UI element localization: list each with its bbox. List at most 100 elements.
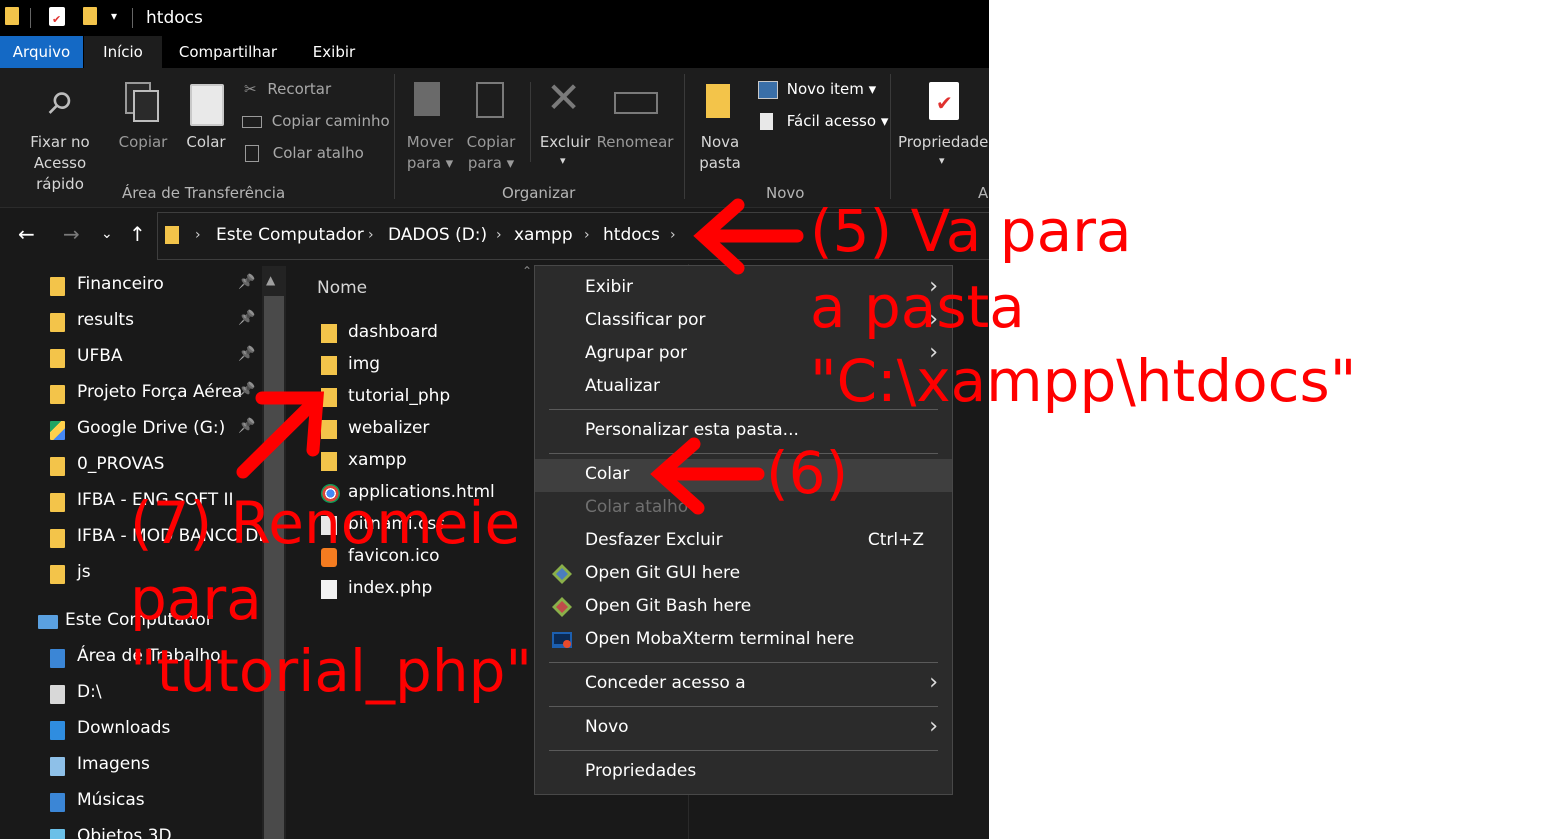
sidebar-item[interactable]: Financeiro 📌 xyxy=(0,268,262,302)
column-header-name[interactable]: Nome xyxy=(317,278,367,298)
paste-shortcut-button[interactable]: Colar atalho xyxy=(245,144,364,162)
rename-label: Renomear xyxy=(596,133,674,151)
pin-label-2: Acesso rápido xyxy=(33,154,87,193)
new-item-icon xyxy=(758,80,778,99)
tab-compartilhar[interactable]: Compartilhar xyxy=(168,36,288,68)
menu-item-propriedades[interactable]: Propriedades xyxy=(535,756,952,789)
paste-button[interactable]: Colar xyxy=(180,68,232,178)
sidebar-item-label: Downloads xyxy=(77,718,171,738)
submenu-arrow-icon: › xyxy=(929,714,938,739)
breadcrumb-chevron-icon[interactable]: › xyxy=(584,227,590,243)
new-item-label: Novo item ▾ xyxy=(786,80,877,98)
file-name: tutorial_php xyxy=(348,386,451,406)
folder-icon xyxy=(321,420,337,439)
up-arrow-icon[interactable]: ↑ xyxy=(129,222,146,246)
new-folder-button[interactable]: Nova pasta xyxy=(694,68,746,178)
computer-icon xyxy=(38,615,58,629)
properties-quick-icon[interactable]: ✔ xyxy=(49,7,65,26)
folder-icon xyxy=(50,529,65,548)
menu-item-conceder-acesso[interactable]: Conceder acesso a › xyxy=(535,668,952,701)
sidebar-item[interactable]: Objetos 3D xyxy=(0,820,262,839)
back-arrow-icon[interactable]: ← xyxy=(18,222,35,246)
3d-objects-icon xyxy=(50,829,65,839)
annotation-step5-line2: a pasta xyxy=(810,273,1025,341)
breadcrumb-htdocs[interactable]: htdocs xyxy=(603,225,660,245)
divider xyxy=(30,8,31,28)
sidebar-item[interactable]: Imagens xyxy=(0,748,262,782)
menu-item-personalizar[interactable]: Personalizar esta pasta... xyxy=(535,415,952,448)
pin-icon: 📌 xyxy=(238,274,256,290)
sidebar-item[interactable]: results 📌 xyxy=(0,304,262,338)
breadcrumb-xampp[interactable]: xampp xyxy=(514,225,573,245)
customize-toolbar-dropdown-icon[interactable]: ▾ xyxy=(111,9,117,23)
breadcrumb-chevron-icon[interactable]: › xyxy=(670,227,676,243)
recent-locations-chevron-icon[interactable]: ⌄ xyxy=(101,226,113,242)
paste-shortcut-icon xyxy=(245,145,259,162)
sidebar-item[interactable]: 0_PROVAS xyxy=(0,448,262,482)
rename-button[interactable]: Renomear xyxy=(596,68,674,178)
forward-arrow-icon[interactable]: → xyxy=(63,222,80,246)
copy-path-button[interactable]: Copiar caminho xyxy=(242,112,390,130)
properties-label: Propriedades xyxy=(898,133,989,151)
menu-item-colar[interactable]: Colar xyxy=(535,459,952,492)
ribbon: ⚲ Fixar no Acesso rápido Copiar Colar ✂ … xyxy=(0,68,989,208)
divider xyxy=(684,74,685,199)
tab-arquivo[interactable]: Arquivo xyxy=(0,36,83,68)
copy-to-button[interactable]: Copiar para ▾ xyxy=(462,68,520,178)
cut-button[interactable]: ✂ Recortar xyxy=(244,80,331,98)
clipboard-icon xyxy=(190,84,224,126)
move-to-button[interactable]: Mover para ▾ xyxy=(402,68,458,178)
breadcrumb-este-computador[interactable]: Este Computador xyxy=(216,225,364,245)
sidebar-scrollbar-thumb[interactable] xyxy=(264,296,284,839)
git-bash-icon xyxy=(552,597,572,617)
sort-up-icon: ⌃ xyxy=(522,264,533,278)
breadcrumb-chevron-icon[interactable]: › xyxy=(496,227,502,243)
downloads-icon xyxy=(50,721,65,740)
properties-button[interactable]: ✔ Propriedades ▾ xyxy=(898,68,989,178)
sidebar-item[interactable]: UFBA 📌 xyxy=(0,340,262,374)
menu-item-mobaxterm[interactable]: Open MobaXterm terminal here xyxy=(535,624,952,657)
menu-separator xyxy=(549,706,938,707)
group-label-new: Novo xyxy=(766,184,805,202)
breadcrumb-chevron-icon[interactable]: › xyxy=(368,227,374,243)
folder-icon xyxy=(321,356,337,375)
copy-to-icon xyxy=(476,82,504,118)
mobaxterm-icon xyxy=(552,632,572,648)
tab-inicio[interactable]: Início xyxy=(84,36,162,68)
menu-item-desfazer-excluir[interactable]: Desfazer Excluir Ctrl+Z xyxy=(535,525,952,558)
new-item-button[interactable]: Novo item ▾ xyxy=(758,80,876,99)
breadcrumb-chevron-icon[interactable]: › xyxy=(195,227,201,243)
pin-quick-access-button[interactable]: ⚲ Fixar no Acesso rápido xyxy=(10,68,110,193)
sidebar-item[interactable]: Downloads xyxy=(0,712,262,746)
folder-icon xyxy=(321,388,337,407)
folder-icon xyxy=(50,457,65,476)
sidebar-item-label: Financeiro xyxy=(77,274,164,294)
newfolder-label-2: pasta xyxy=(699,154,741,172)
scroll-up-icon[interactable]: ▲ xyxy=(266,273,275,287)
sidebar-item[interactable]: Projeto Força Aérea 📌 xyxy=(0,376,262,410)
menu-item-git-bash[interactable]: Open Git Bash here xyxy=(535,591,952,624)
new-folder-quick-icon[interactable] xyxy=(83,7,97,25)
divider xyxy=(132,8,133,28)
easy-access-button[interactable]: Fácil acesso ▾ xyxy=(760,112,888,130)
sidebar-item[interactable]: Google Drive (G:) 📌 xyxy=(0,412,262,446)
context-menu: Exibir › Classificar por › Agrupar por › At… xyxy=(534,265,953,795)
pin-icon: ⚲ xyxy=(38,83,80,124)
annotation-step7-line1: (7) Renomeie xyxy=(130,489,521,557)
sidebar-item-label: Projeto Força Aérea xyxy=(77,382,243,402)
submenu-arrow-icon: › xyxy=(929,670,938,695)
delete-button[interactable]: ✕ Excluir ▾ xyxy=(538,68,592,178)
sidebar-item[interactable]: Músicas xyxy=(0,784,262,818)
menu-item-git-gui[interactable]: Open Git GUI here xyxy=(535,558,952,591)
copy-button[interactable]: Copiar xyxy=(115,68,171,178)
tab-exibir[interactable]: Exibir xyxy=(300,36,368,68)
drive-icon xyxy=(50,685,65,704)
new-folder-icon xyxy=(706,84,730,118)
menu-item-novo[interactable]: Novo › xyxy=(535,712,952,745)
delete-label: Excluir xyxy=(539,133,591,151)
copy-path-icon xyxy=(242,115,262,128)
pin-icon: 📌 xyxy=(238,310,256,326)
delete-x-icon: ✕ xyxy=(546,73,582,122)
folder-icon xyxy=(50,277,65,296)
breadcrumb-dados[interactable]: DADOS (D:) xyxy=(388,225,487,245)
